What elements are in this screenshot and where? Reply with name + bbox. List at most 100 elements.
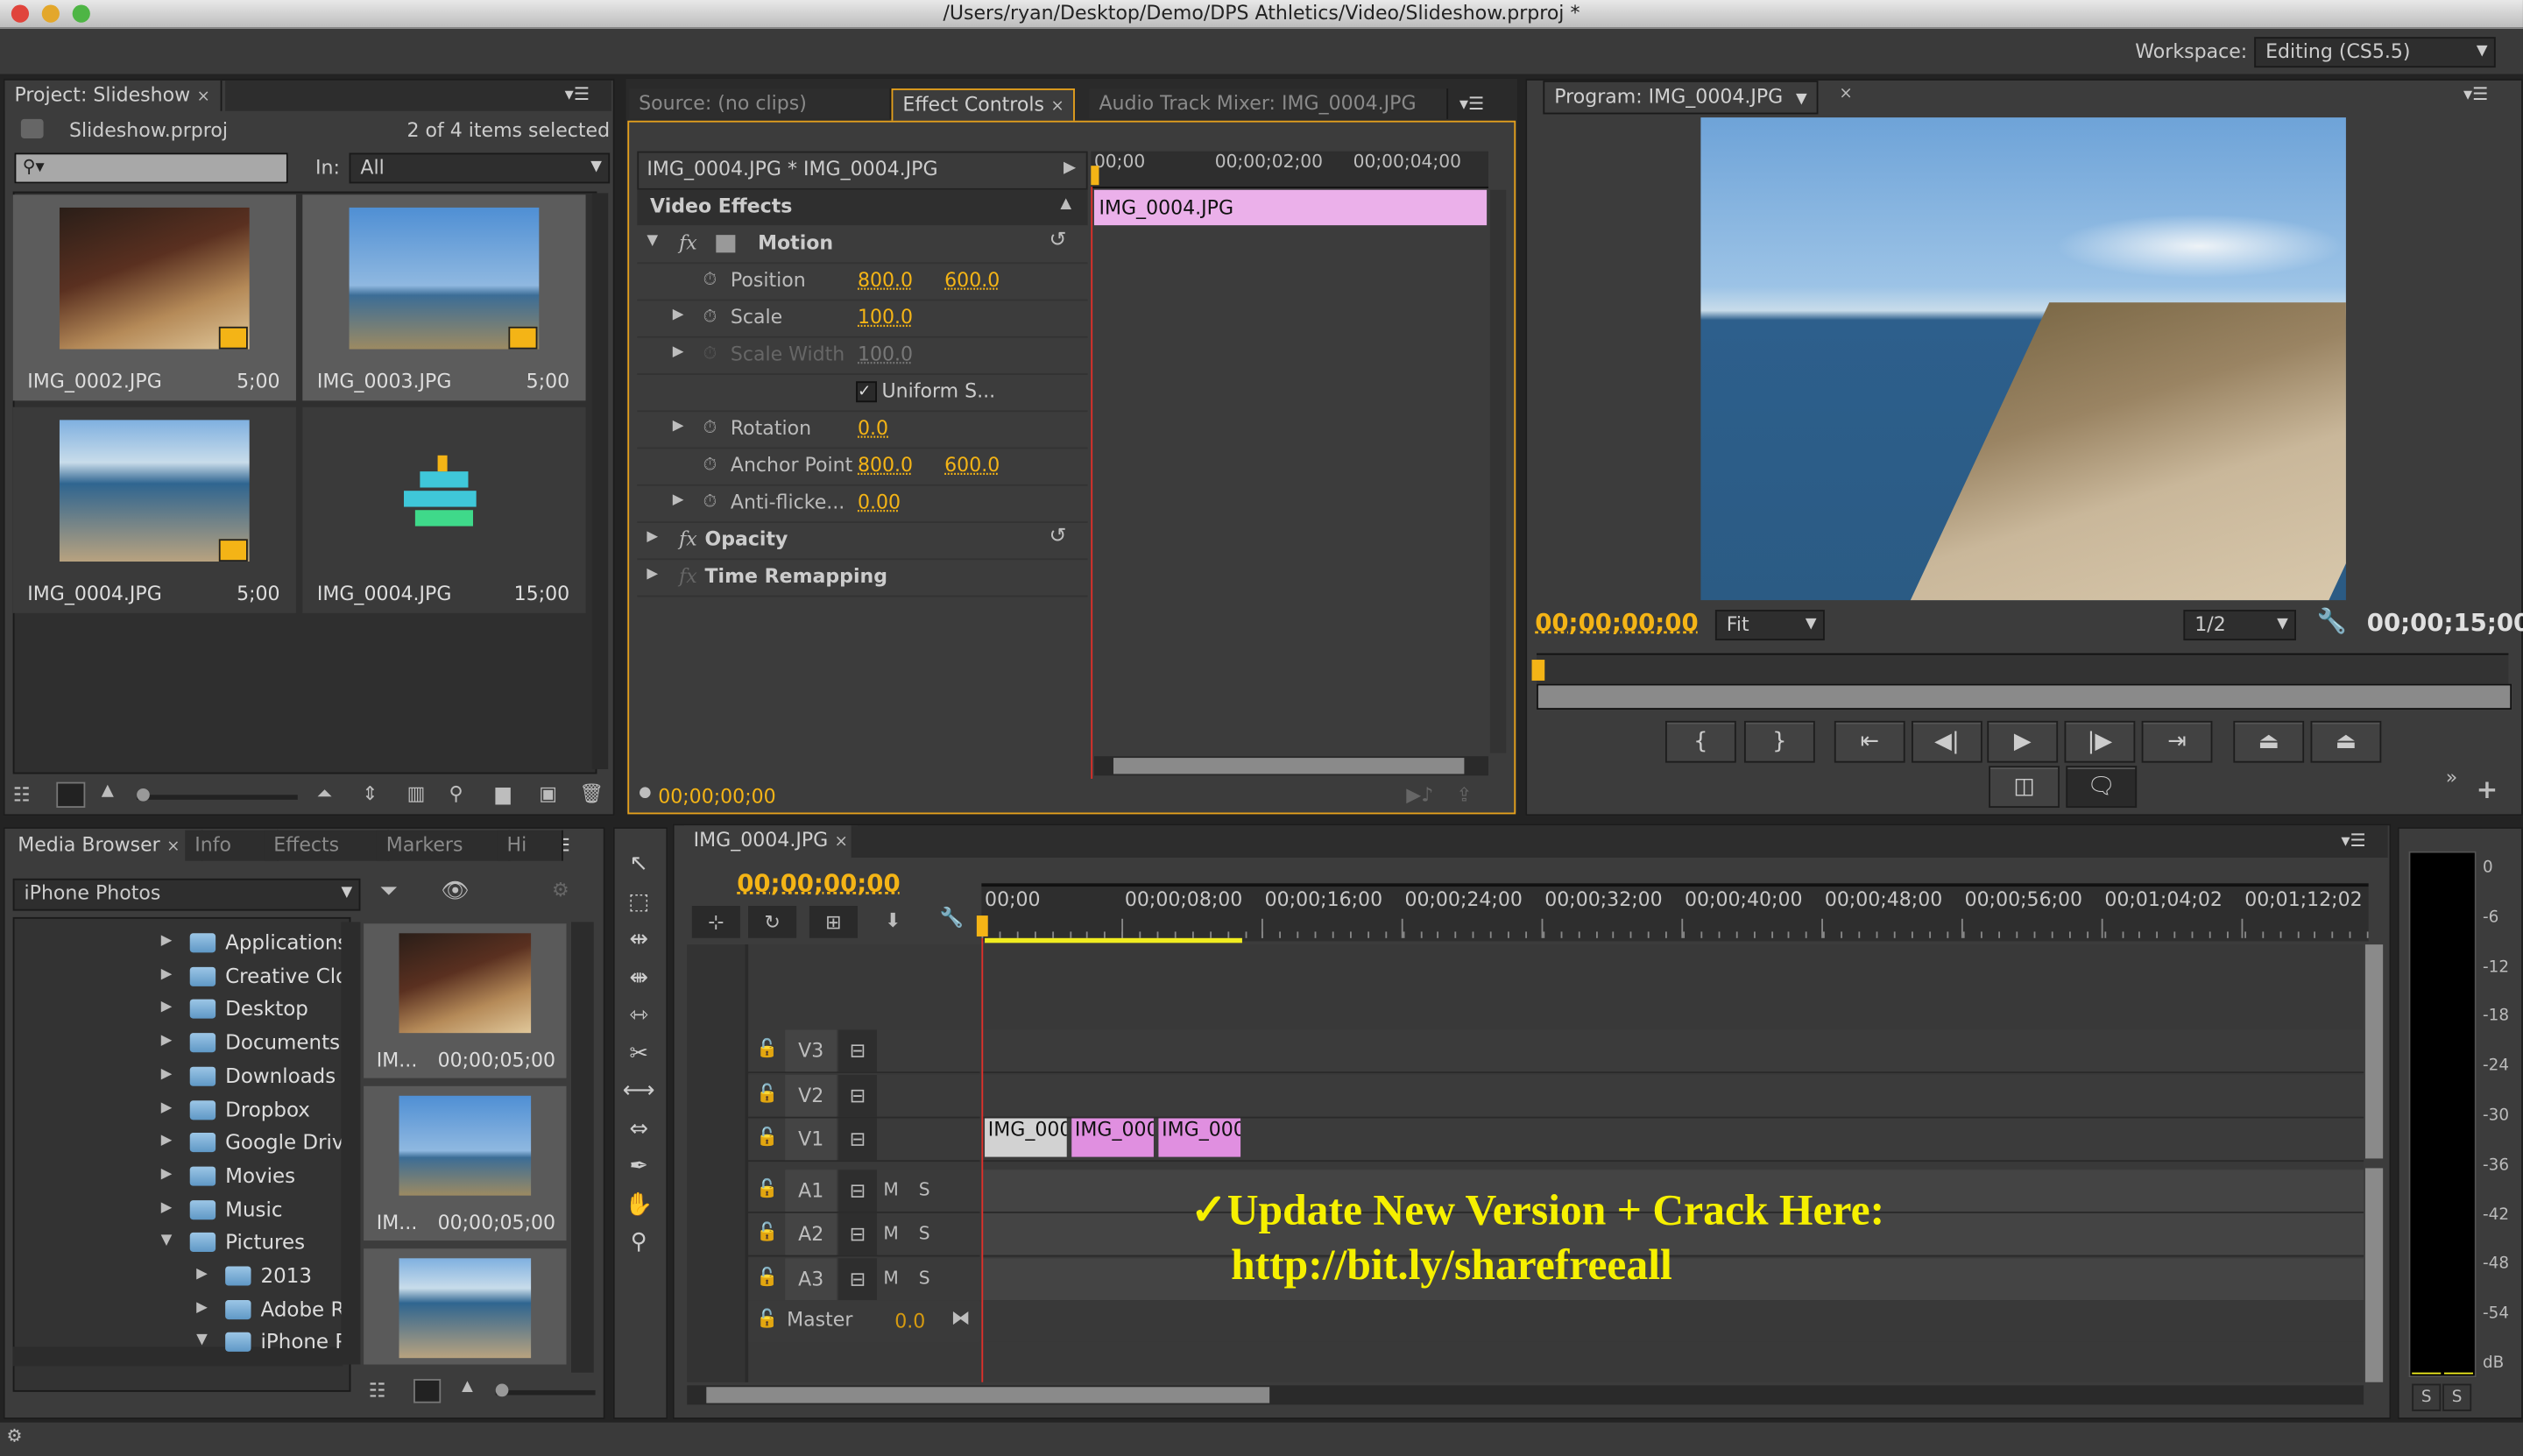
twirl-right-icon[interactable]: ▶ bbox=[161, 933, 173, 949]
sync-lock-icon[interactable]: ⊟ bbox=[837, 1170, 878, 1212]
effect-row-scale-width[interactable]: ▶ ⏱ Scale Width 100.0 bbox=[637, 338, 1088, 375]
folder-item[interactable]: ▶ Downloads bbox=[161, 1062, 342, 1091]
lock-icon[interactable]: 🔓 bbox=[756, 1266, 778, 1287]
play-button[interactable]: ▶ bbox=[1987, 720, 2059, 763]
rate-stretch-tool-icon[interactable]: ⇿ bbox=[621, 1000, 656, 1032]
slip-tool-icon[interactable]: ⟷ bbox=[621, 1075, 656, 1107]
track-select-tool-icon[interactable]: ⬚ bbox=[621, 886, 656, 918]
trash-icon[interactable]: 🗑 bbox=[579, 782, 604, 805]
lock-icon[interactable]: 🔓 bbox=[756, 1082, 778, 1103]
effect-row-position[interactable]: ⏱ Position 800.0 600.0 bbox=[637, 264, 1088, 301]
ripple-edit-tool-icon[interactable]: ⇹ bbox=[621, 923, 656, 956]
tab-timeline-sequence[interactable]: IMG_0004.JPG × bbox=[683, 825, 859, 857]
effect-row-time-remapping[interactable]: ▶ fx Time Remapping bbox=[637, 560, 1088, 597]
lock-icon[interactable]: 🔓 bbox=[756, 1038, 778, 1059]
fx-icon[interactable]: fx bbox=[679, 231, 697, 254]
workspace-dropdown[interactable]: Editing (CS5.5) ▼ bbox=[2254, 37, 2496, 68]
pen-tool-icon[interactable]: ✒ bbox=[621, 1150, 656, 1183]
track-name[interactable]: A3 bbox=[785, 1257, 837, 1300]
video-tracks-scrollbar[interactable] bbox=[2364, 944, 2384, 1159]
tab-effect-controls[interactable]: Effect Controls × bbox=[891, 88, 1076, 121]
lock-icon[interactable]: 🔓 bbox=[756, 1127, 778, 1148]
tab-markers[interactable]: Markers bbox=[376, 830, 511, 861]
zoom-out-icon[interactable]: ▲ bbox=[102, 782, 114, 800]
ec-clip-bar[interactable]: IMG_0004.JPG bbox=[1093, 189, 1488, 226]
twirl-right-icon[interactable]: ▶ bbox=[161, 1166, 173, 1182]
sort-icon[interactable]: ⇕ bbox=[362, 782, 378, 805]
rolling-edit-tool-icon[interactable]: ⇼ bbox=[621, 961, 656, 993]
add-button-icon[interactable]: + bbox=[2477, 774, 2498, 804]
audio-tracks-scrollbar[interactable] bbox=[2364, 1168, 2384, 1382]
lock-icon[interactable]: 🔓 bbox=[756, 1222, 778, 1243]
search-input[interactable]: ⚲▾ bbox=[14, 152, 288, 184]
sync-lock-icon[interactable]: ⊟ bbox=[837, 1213, 878, 1256]
timeline-timecode[interactable]: 00;00;00;00 bbox=[737, 869, 900, 898]
motion-transform-icon[interactable] bbox=[716, 235, 736, 253]
tab-program[interactable]: Program: IMG_0004.JPG ▼ bbox=[1543, 80, 1819, 115]
effect-row-anti-flicke-[interactable]: ▶ ⏱ Anti-flicke... 0.00 bbox=[637, 486, 1088, 523]
step-back-button[interactable]: ◀| bbox=[1911, 720, 1982, 763]
close-icon[interactable]: × bbox=[1050, 98, 1064, 116]
new-item-icon[interactable]: ▣ bbox=[539, 782, 557, 805]
clip-list-scrollbar[interactable] bbox=[571, 922, 594, 1373]
add-marker-menu-button[interactable]: ⊞ bbox=[809, 906, 858, 938]
stopwatch-icon[interactable]: ⏱ bbox=[703, 417, 717, 440]
export-icon[interactable]: ⇪ bbox=[1456, 783, 1472, 806]
close-icon[interactable]: × bbox=[1839, 85, 1852, 102]
folder-item[interactable]: ▶ Applications bbox=[161, 929, 342, 958]
twirl-right-icon[interactable]: ▶ bbox=[673, 344, 684, 360]
settings-wrench-icon[interactable]: 🔧 bbox=[940, 906, 964, 929]
twirl-down-icon[interactable]: ▼ bbox=[196, 1333, 208, 1349]
icon-view-icon[interactable] bbox=[56, 781, 86, 809]
ec-vertical-scrollbar[interactable] bbox=[1489, 189, 1507, 753]
project-item[interactable]: IMG_0003.JPG 5;00 bbox=[302, 194, 586, 401]
twirl-right-icon[interactable]: ▶ bbox=[161, 1000, 173, 1015]
folder-item[interactable]: ▶ Documents bbox=[161, 1028, 342, 1057]
list-view-icon[interactable]: ☷ bbox=[369, 1379, 386, 1402]
zoom-out-icon[interactable]: ▲ bbox=[462, 1379, 473, 1395]
sync-lock-icon[interactable]: ⊟ bbox=[837, 1118, 878, 1161]
media-clip-tile[interactable]: IM... 00;00;05;00 bbox=[364, 923, 567, 1078]
uniform-scale-checkbox[interactable]: ✓ bbox=[856, 381, 878, 403]
find-icon[interactable]: ⚲ bbox=[449, 782, 463, 805]
property-value[interactable]: 0.0 bbox=[858, 417, 888, 440]
folder-item[interactable]: ▶ Adobe R bbox=[196, 1295, 341, 1324]
mute-button[interactable]: M bbox=[883, 1223, 898, 1244]
ec-timecode[interactable]: 00;00;00;00 bbox=[658, 785, 775, 808]
ingest-settings-icon[interactable]: ⚙ bbox=[552, 879, 569, 901]
chevron-right-icon[interactable]: ▶ bbox=[1064, 159, 1076, 177]
in-dropdown[interactable]: All ▼ bbox=[349, 152, 611, 184]
zoom-tool-icon[interactable]: ⚲ bbox=[621, 1226, 656, 1259]
fit-dropdown[interactable]: Fit ▼ bbox=[1714, 610, 1825, 641]
settings-wrench-icon[interactable]: 🔧 bbox=[2317, 606, 2347, 635]
twirl-down-icon[interactable]: ▼ bbox=[161, 1233, 173, 1248]
effect-row-anchor-point[interactable]: ⏱ Anchor Point 800.0 600.0 bbox=[637, 449, 1088, 486]
solo-button[interactable]: S bbox=[919, 1268, 930, 1289]
media-clip-tile[interactable] bbox=[364, 1248, 567, 1365]
sync-lock-icon[interactable]: ⊟ bbox=[837, 1257, 878, 1300]
mute-button[interactable]: M bbox=[883, 1268, 898, 1289]
status-gear-icon[interactable]: ⚙ bbox=[6, 1425, 22, 1446]
property-value[interactable]: 0.00 bbox=[858, 491, 901, 513]
timeline-horizontal-scrollbar[interactable] bbox=[687, 1385, 2364, 1405]
twirl-right-icon[interactable]: ▶ bbox=[673, 492, 684, 508]
reset-icon[interactable]: ↺ bbox=[1049, 229, 1067, 253]
project-scrollbar[interactable] bbox=[591, 193, 609, 769]
solo-button[interactable]: S bbox=[919, 1223, 930, 1244]
collapse-icon[interactable]: ▲ bbox=[1060, 196, 1071, 212]
reset-icon[interactable]: ↺ bbox=[1049, 525, 1067, 549]
playhead-marker[interactable] bbox=[1091, 166, 1099, 186]
effect-row-rotation[interactable]: ▶ ⏱ Rotation 0.0 bbox=[637, 412, 1088, 449]
timeline-clip[interactable]: IMG_000 bbox=[985, 1118, 1067, 1157]
folder-item[interactable]: ▶ Dropbox bbox=[161, 1095, 342, 1124]
twirl-right-icon[interactable]: ▶ bbox=[161, 1133, 173, 1149]
track-name[interactable]: V1 bbox=[785, 1118, 837, 1161]
location-dropdown[interactable]: iPhone Photos ▼ bbox=[12, 878, 361, 911]
folder-tree-scrollbar[interactable] bbox=[341, 922, 361, 1365]
twirl-right-icon[interactable]: ▶ bbox=[161, 1199, 173, 1215]
step-forward-button[interactable]: |▶ bbox=[2064, 720, 2136, 763]
stopwatch-icon[interactable]: ⏱ bbox=[703, 454, 717, 477]
list-view-icon[interactable]: ☷ bbox=[13, 783, 31, 806]
timeline-clip[interactable]: IMG_000 bbox=[1071, 1118, 1154, 1157]
tab-hi[interactable]: Hi bbox=[497, 830, 563, 861]
